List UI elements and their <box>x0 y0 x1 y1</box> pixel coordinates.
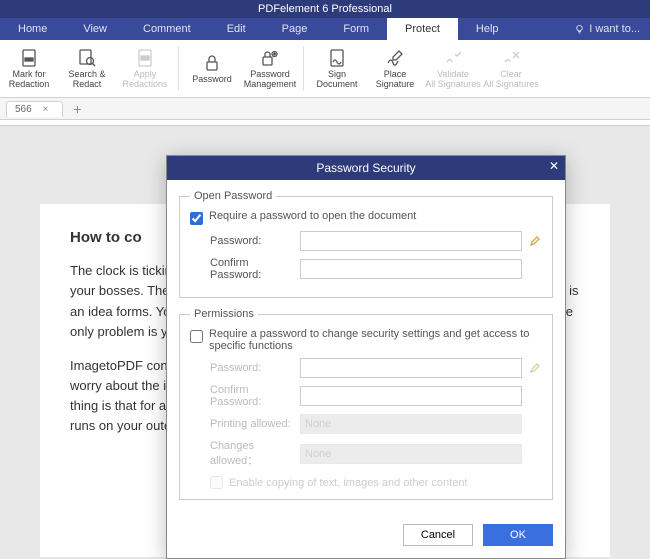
lock-gear-icon <box>260 48 280 68</box>
permissions-legend: Permissions <box>190 308 258 320</box>
place-signature-button[interactable]: Place Signature <box>366 40 424 97</box>
dialog-titlebar[interactable]: Password Security ✕ <box>167 156 565 180</box>
lightbulb-icon <box>574 24 585 35</box>
search-redact-icon <box>77 48 97 68</box>
mark-redaction-icon <box>19 48 39 68</box>
perm-password-label: Password: <box>190 362 300 374</box>
menu-protect[interactable]: Protect <box>387 18 458 40</box>
permissions-group: Permissions Require a password to change… <box>179 308 553 500</box>
app-titlebar: PDFelement 6 Professional <box>0 0 650 18</box>
tab-close-button[interactable]: × <box>42 104 48 115</box>
document-tab[interactable]: 566 × <box>6 101 63 117</box>
password-security-dialog: Password Security ✕ Open Password Requir… <box>166 155 566 559</box>
validate-signatures-button: Validate All Signatures <box>424 40 482 97</box>
open-confirm-label: Confirm Password: <box>190 257 300 281</box>
password-management-button[interactable]: Password Management <box>241 40 299 97</box>
perm-confirm-input <box>300 386 522 406</box>
require-permissions-checkbox[interactable] <box>190 330 203 343</box>
search-redact-button[interactable]: Search & Redact <box>58 40 116 97</box>
perm-password-input <box>300 358 522 378</box>
dialog-close-button[interactable]: ✕ <box>549 159 559 173</box>
printing-allowed-label: Printing allowed: <box>190 418 300 430</box>
lock-icon <box>202 53 222 73</box>
edit-password-icon[interactable] <box>528 234 542 248</box>
document-tabstrip: 566 × + <box>0 98 650 120</box>
apply-redactions-button: Apply Redactions <box>116 40 174 97</box>
ribbon: Mark for Redaction Search & Redact Apply… <box>0 40 650 98</box>
changes-allowed-select: None <box>300 444 522 464</box>
enable-copy-checkbox <box>210 476 223 489</box>
require-open-password-label: Require a password to open the document <box>209 210 416 222</box>
mark-for-redaction-button[interactable]: Mark for Redaction <box>0 40 58 97</box>
sign-document-button[interactable]: Sign Document <box>308 40 366 97</box>
edit-perm-password-icon <box>528 361 542 375</box>
menu-page[interactable]: Page <box>264 18 326 40</box>
require-open-password-checkbox[interactable] <box>190 212 203 225</box>
open-confirm-input[interactable] <box>300 259 522 279</box>
open-password-label: Password: <box>190 235 300 247</box>
menu-help[interactable]: Help <box>458 18 517 40</box>
enable-copy-label: Enable copying of text, images and other… <box>229 477 468 489</box>
require-permissions-label: Require a password to change security se… <box>209 328 542 352</box>
ribbon-separator <box>178 46 179 91</box>
changes-allowed-label: Changes allowed： <box>190 440 300 468</box>
apply-redactions-icon <box>135 48 155 68</box>
open-password-legend: Open Password <box>190 190 276 202</box>
menu-form[interactable]: Form <box>325 18 387 40</box>
add-tab-button[interactable]: + <box>67 101 87 117</box>
place-signature-icon <box>385 48 405 68</box>
menubar: Home View Comment Edit Page Form Protect… <box>0 18 650 40</box>
perm-confirm-label: Confirm Password: <box>190 384 300 408</box>
clear-icon <box>501 48 521 68</box>
open-password-group: Open Password Require a password to open… <box>179 190 553 298</box>
sign-icon <box>327 48 347 68</box>
menu-view[interactable]: View <box>65 18 125 40</box>
app-title: PDFelement 6 Professional <box>258 3 392 15</box>
i-want-to[interactable]: I want to... <box>564 18 650 40</box>
open-password-input[interactable] <box>300 231 522 251</box>
validate-icon <box>443 48 463 68</box>
menu-edit[interactable]: Edit <box>209 18 264 40</box>
ribbon-separator <box>303 46 304 91</box>
cancel-button[interactable]: Cancel <box>403 524 473 546</box>
clear-signatures-button: Clear All Signatures <box>482 40 540 97</box>
password-button[interactable]: Password <box>183 40 241 97</box>
printing-allowed-select: None <box>300 414 522 434</box>
dialog-title: Password Security <box>316 161 415 175</box>
menu-comment[interactable]: Comment <box>125 18 209 40</box>
ok-button[interactable]: OK <box>483 524 553 546</box>
menu-home[interactable]: Home <box>0 18 65 40</box>
